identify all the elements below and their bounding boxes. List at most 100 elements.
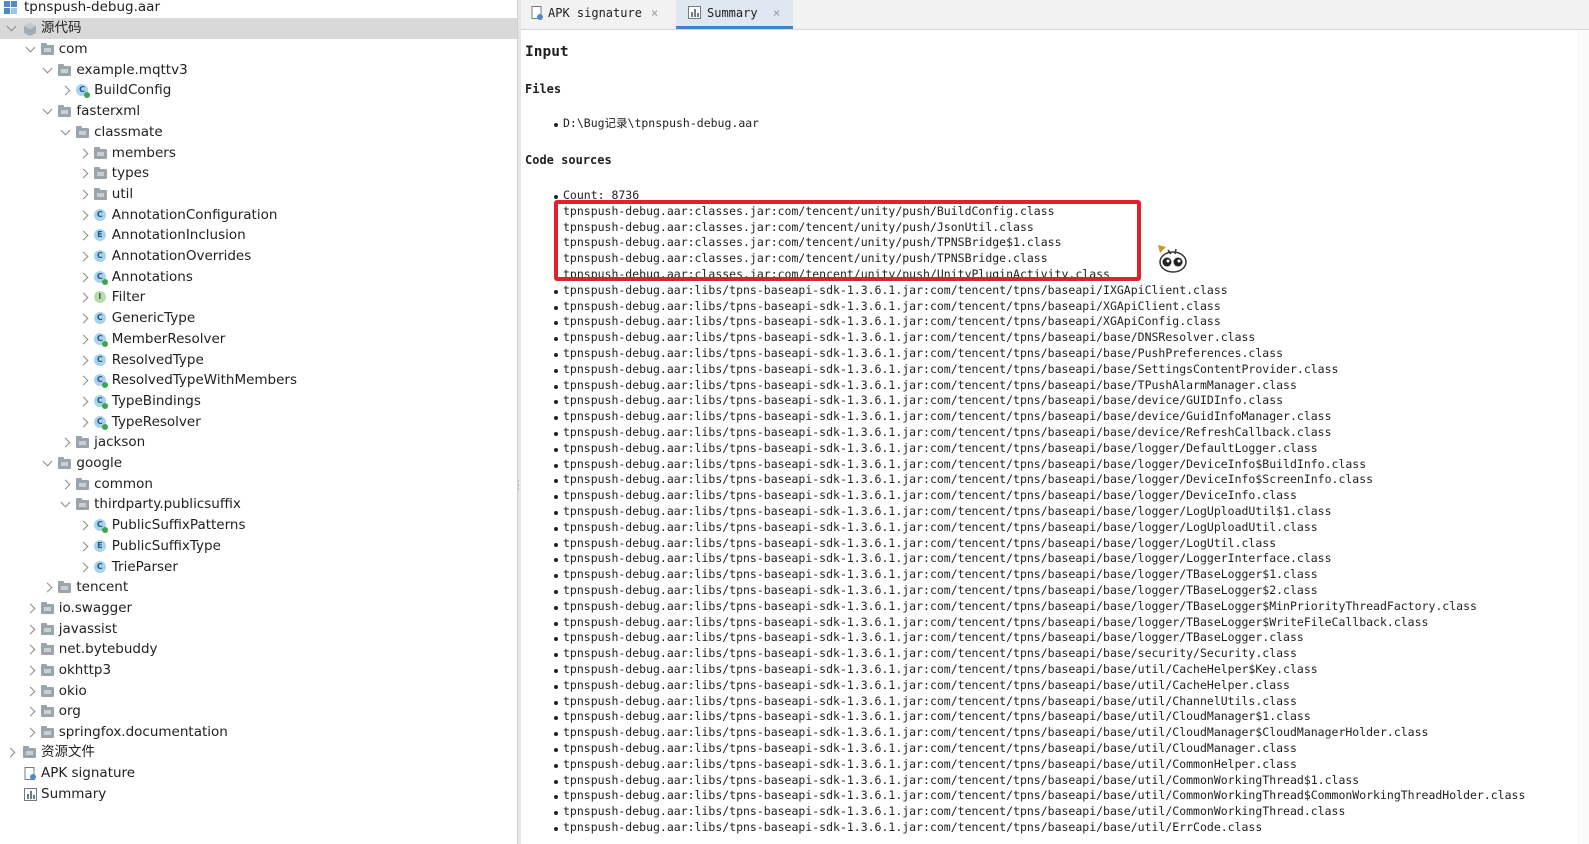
chevron-right-icon[interactable] bbox=[78, 562, 89, 572]
chevron-right-icon[interactable] bbox=[25, 624, 36, 635]
tree-folder-node[interactable]: okhttp3 bbox=[0, 660, 517, 681]
tree-node-label: PublicSuffixPatterns bbox=[111, 517, 246, 534]
vertical-scrollbar[interactable] bbox=[1577, 30, 1589, 844]
chevron-right-icon[interactable] bbox=[25, 644, 36, 655]
tree-summary-node[interactable]: Summary bbox=[0, 784, 517, 805]
tree-folder-node[interactable]: org bbox=[0, 701, 517, 722]
chevron-right-icon[interactable] bbox=[78, 251, 89, 262]
tree-class-node[interactable]: C TrieParser bbox=[0, 557, 517, 578]
chevron-right-icon[interactable] bbox=[25, 706, 36, 717]
files-heading: Files bbox=[525, 82, 562, 96]
tree-resources-node[interactable]: 资源文件 bbox=[0, 742, 517, 763]
summary-icon bbox=[24, 788, 37, 801]
tree-node-label: net.bytebuddy bbox=[58, 641, 158, 658]
tree-class-node[interactable]: C PublicSuffixPatterns bbox=[0, 515, 517, 536]
chevron-right-icon[interactable] bbox=[78, 334, 89, 345]
tree-folder-node[interactable]: com bbox=[0, 39, 517, 60]
tree-source-node[interactable]: 源代码 bbox=[0, 18, 517, 39]
tree-folder-node[interactable]: io.swagger bbox=[0, 598, 517, 619]
chevron-right-icon[interactable] bbox=[78, 417, 89, 428]
chevron-down-icon[interactable] bbox=[42, 104, 53, 115]
tree-folder-node[interactable]: tencent bbox=[0, 577, 517, 598]
tree-class-node[interactable]: C BuildConfig bbox=[0, 80, 517, 101]
chevron-right-icon[interactable] bbox=[78, 168, 89, 179]
tree-folder-node[interactable]: common bbox=[0, 474, 517, 495]
chevron-right-icon[interactable] bbox=[25, 686, 36, 697]
tab-summary[interactable]: Summary × bbox=[676, 0, 793, 29]
status-dot-icon bbox=[101, 340, 108, 347]
code-source-item: tpnspush-debug.aar:libs/tpns-baseapi-sdk… bbox=[554, 409, 1332, 424]
chevron-right-icon[interactable] bbox=[25, 603, 36, 614]
tree-class-node[interactable]: C Annotations bbox=[0, 267, 517, 288]
tree-folder-node[interactable]: net.bytebuddy bbox=[0, 639, 517, 660]
tree-node-label: fasterxml bbox=[76, 103, 141, 120]
tree-class-node[interactable]: C GenericType bbox=[0, 308, 517, 329]
chevron-down-icon[interactable] bbox=[42, 63, 53, 74]
tree-folder-node[interactable]: javassist bbox=[0, 619, 517, 640]
tree-folder-node[interactable]: okio bbox=[0, 681, 517, 702]
tree-node-label: AnnotationConfiguration bbox=[111, 206, 278, 223]
chevron-right-icon[interactable] bbox=[60, 85, 71, 96]
tree-folder-node[interactable]: springfox.documentation bbox=[0, 722, 517, 743]
tree-class-node[interactable]: C AnnotationConfiguration bbox=[0, 205, 517, 226]
close-icon[interactable]: × bbox=[773, 0, 780, 26]
project-tree[interactable]: tpnspush-debug.aar 源代码 com example.mqttv3… bbox=[0, 0, 517, 844]
tree-folder-node[interactable]: thirdparty.publicsuffix bbox=[0, 494, 517, 515]
code-source-item: tpnspush-debug.aar:libs/tpns-baseapi-sdk… bbox=[554, 709, 1311, 724]
tree-folder-node[interactable]: members bbox=[0, 143, 517, 164]
package-folder-icon bbox=[76, 436, 90, 449]
tree-class-node[interactable]: C TypeBindings bbox=[0, 391, 517, 412]
tree-node-label: members bbox=[111, 144, 176, 161]
chevron-right-icon[interactable] bbox=[78, 272, 89, 283]
code-source-item: tpnspush-debug.aar:libs/tpns-baseapi-sdk… bbox=[554, 298, 1221, 313]
chevron-right-icon[interactable] bbox=[78, 355, 89, 365]
tree-class-node[interactable]: C TypeResolver bbox=[0, 412, 517, 433]
chevron-right-icon[interactable] bbox=[60, 479, 71, 490]
tree-class-node[interactable]: C AnnotationOverrides bbox=[0, 246, 517, 267]
tree-folder-node[interactable]: jackson bbox=[0, 432, 517, 453]
tab-apk-signature[interactable]: APK signature × bbox=[521, 0, 675, 29]
tree-class-node[interactable]: C MemberResolver bbox=[0, 329, 517, 350]
chevron-right-icon[interactable] bbox=[25, 727, 36, 738]
chevron-right-icon[interactable] bbox=[78, 375, 89, 386]
code-source-item: tpnspush-debug.aar:libs/tpns-baseapi-sdk… bbox=[554, 741, 1297, 755]
tree-summary-label: Summary bbox=[41, 786, 107, 802]
chevron-right-icon[interactable] bbox=[78, 313, 89, 324]
chevron-down-icon[interactable] bbox=[60, 125, 71, 136]
code-source-item: tpnspush-debug.aar:libs/tpns-baseapi-sdk… bbox=[554, 756, 1297, 771]
tree-folder-node[interactable]: example.mqttv3 bbox=[0, 60, 517, 81]
chevron-right-icon[interactable] bbox=[25, 665, 36, 676]
chevron-right-icon[interactable] bbox=[78, 292, 89, 303]
chevron-right-icon[interactable] bbox=[78, 520, 89, 531]
tree-folder-node[interactable]: util bbox=[0, 184, 517, 205]
code-source-item: tpnspush-debug.aar:libs/tpns-baseapi-sdk… bbox=[553, 393, 1284, 408]
tree-folder-node[interactable]: fasterxml bbox=[0, 101, 517, 122]
chevron-right-icon[interactable] bbox=[78, 230, 89, 241]
chevron-down-icon[interactable] bbox=[6, 21, 17, 32]
class-icon: C bbox=[76, 84, 91, 99]
splitter-grip-icon[interactable]: · · · bbox=[517, 478, 520, 495]
chevron-down-icon[interactable] bbox=[42, 456, 53, 467]
tree-folder-node[interactable]: google bbox=[0, 453, 517, 474]
tree-apk-signature-node[interactable]: APK signature bbox=[0, 763, 517, 784]
chevron-right-icon[interactable] bbox=[5, 747, 16, 758]
chevron-right-icon[interactable] bbox=[78, 148, 89, 158]
tree-class-node[interactable]: C ResolvedType bbox=[0, 350, 517, 371]
chevron-right-icon[interactable] bbox=[42, 582, 53, 593]
tree-node-label: tencent bbox=[76, 579, 129, 596]
tree-class-node[interactable]: C ResolvedTypeWithMembers bbox=[0, 370, 517, 391]
close-icon[interactable]: × bbox=[651, 0, 658, 26]
tree-folder-node[interactable]: classmate bbox=[0, 122, 517, 143]
chevron-down-icon[interactable] bbox=[60, 497, 71, 508]
chevron-right-icon[interactable] bbox=[78, 541, 89, 552]
tree-class-node[interactable]: E PublicSuffixType bbox=[0, 536, 517, 557]
tree-class-node[interactable]: I Filter bbox=[0, 287, 517, 308]
chevron-down-icon[interactable] bbox=[25, 42, 36, 53]
chevron-right-icon[interactable] bbox=[60, 437, 71, 448]
chevron-right-icon[interactable] bbox=[78, 189, 89, 200]
tree-folder-node[interactable]: types bbox=[0, 163, 517, 184]
chevron-right-icon[interactable] bbox=[78, 210, 89, 221]
tree-root[interactable]: tpnspush-debug.aar bbox=[0, 0, 517, 18]
chevron-right-icon[interactable] bbox=[78, 396, 89, 407]
tree-class-node[interactable]: E AnnotationInclusion bbox=[0, 225, 517, 246]
